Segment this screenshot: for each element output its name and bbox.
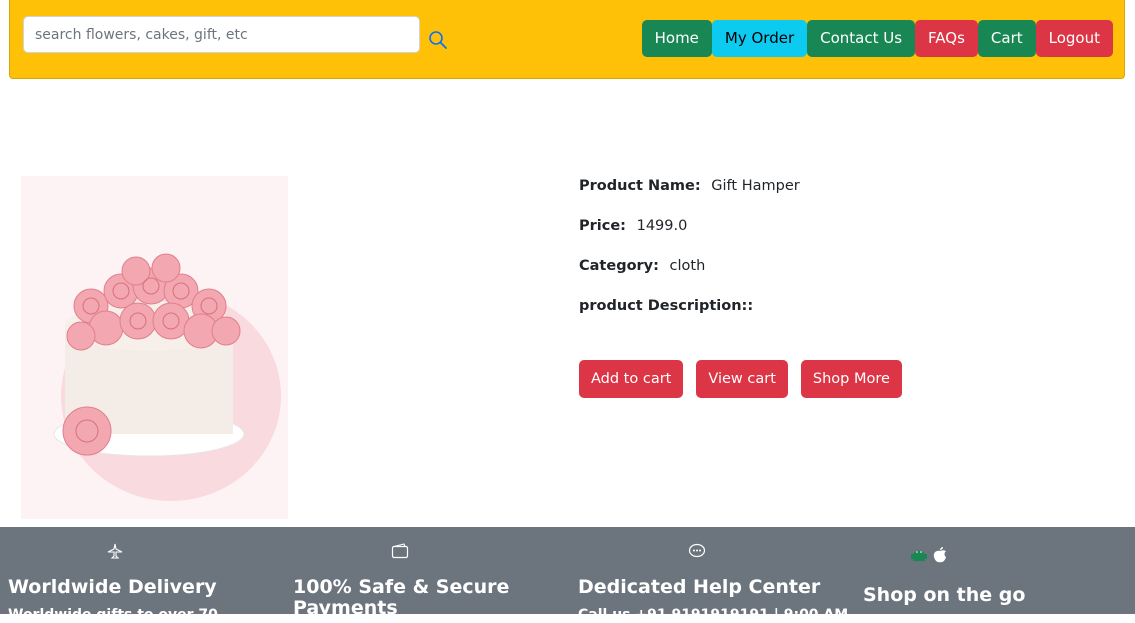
footer-subtitle-help: Call us +91 9191919191 | 9:00 AM (578, 607, 849, 623)
product-price-label: Price: (579, 218, 626, 234)
footer-title-help: Dedicated Help Center (578, 576, 821, 598)
product-image (21, 176, 288, 519)
product-details: Product Name: Gift Hamper Price: 1499.0 … (579, 178, 800, 338)
airplane-icon (107, 543, 123, 559)
footer-title-app: Shop on the go (863, 584, 1026, 606)
search-input[interactable] (23, 16, 420, 53)
rose-cake-image (53, 253, 281, 501)
product-name-value: Gift Hamper (711, 178, 800, 194)
product-description-row: product Description:: (579, 298, 800, 338)
wallet-icon (391, 543, 409, 559)
product-name-label: Product Name: (579, 178, 701, 194)
view-cart-button[interactable]: View cart (696, 360, 788, 398)
footer-subtitle-delivery: Worldwide gifts to over 70 (8, 607, 218, 623)
nav-contact-us-button[interactable]: Contact Us (807, 20, 916, 57)
search-icon[interactable] (428, 30, 448, 50)
nav-home-button[interactable]: Home (641, 20, 712, 57)
product-category-row: Category: cloth (579, 258, 800, 298)
footer-title-payments: 100% Safe & Secure Payments (293, 576, 510, 619)
product-category-label: Category: (579, 258, 659, 274)
nav-logout-button[interactable]: Logout (1035, 20, 1113, 57)
android-apple-icon (911, 547, 946, 563)
footer-title-delivery: Worldwide Delivery (8, 576, 217, 598)
product-description-label: product Description:: (579, 298, 754, 314)
main-nav: Home My Order Contact Us FAQs Cart Logou… (641, 20, 1113, 57)
footer: Worldwide Delivery Worldwide gifts to ov… (0, 527, 1135, 623)
header-bar: Home My Order Contact Us FAQs Cart Logou… (9, 0, 1125, 79)
product-price-row: Price: 1499.0 (579, 218, 800, 258)
add-to-cart-button[interactable]: Add to cart (579, 360, 684, 398)
nav-my-order-button[interactable]: My Order (711, 20, 808, 57)
nav-cart-button[interactable]: Cart (977, 20, 1036, 57)
shop-more-button[interactable]: Shop More (800, 360, 902, 398)
product-price-value: 1499.0 (636, 218, 688, 234)
product-actions: Add to cart View cart Shop More (579, 360, 902, 398)
chat-icon (688, 543, 706, 558)
product-category-value: cloth (669, 258, 706, 274)
product-name-row: Product Name: Gift Hamper (579, 178, 800, 218)
nav-faqs-button[interactable]: FAQs (915, 20, 978, 57)
